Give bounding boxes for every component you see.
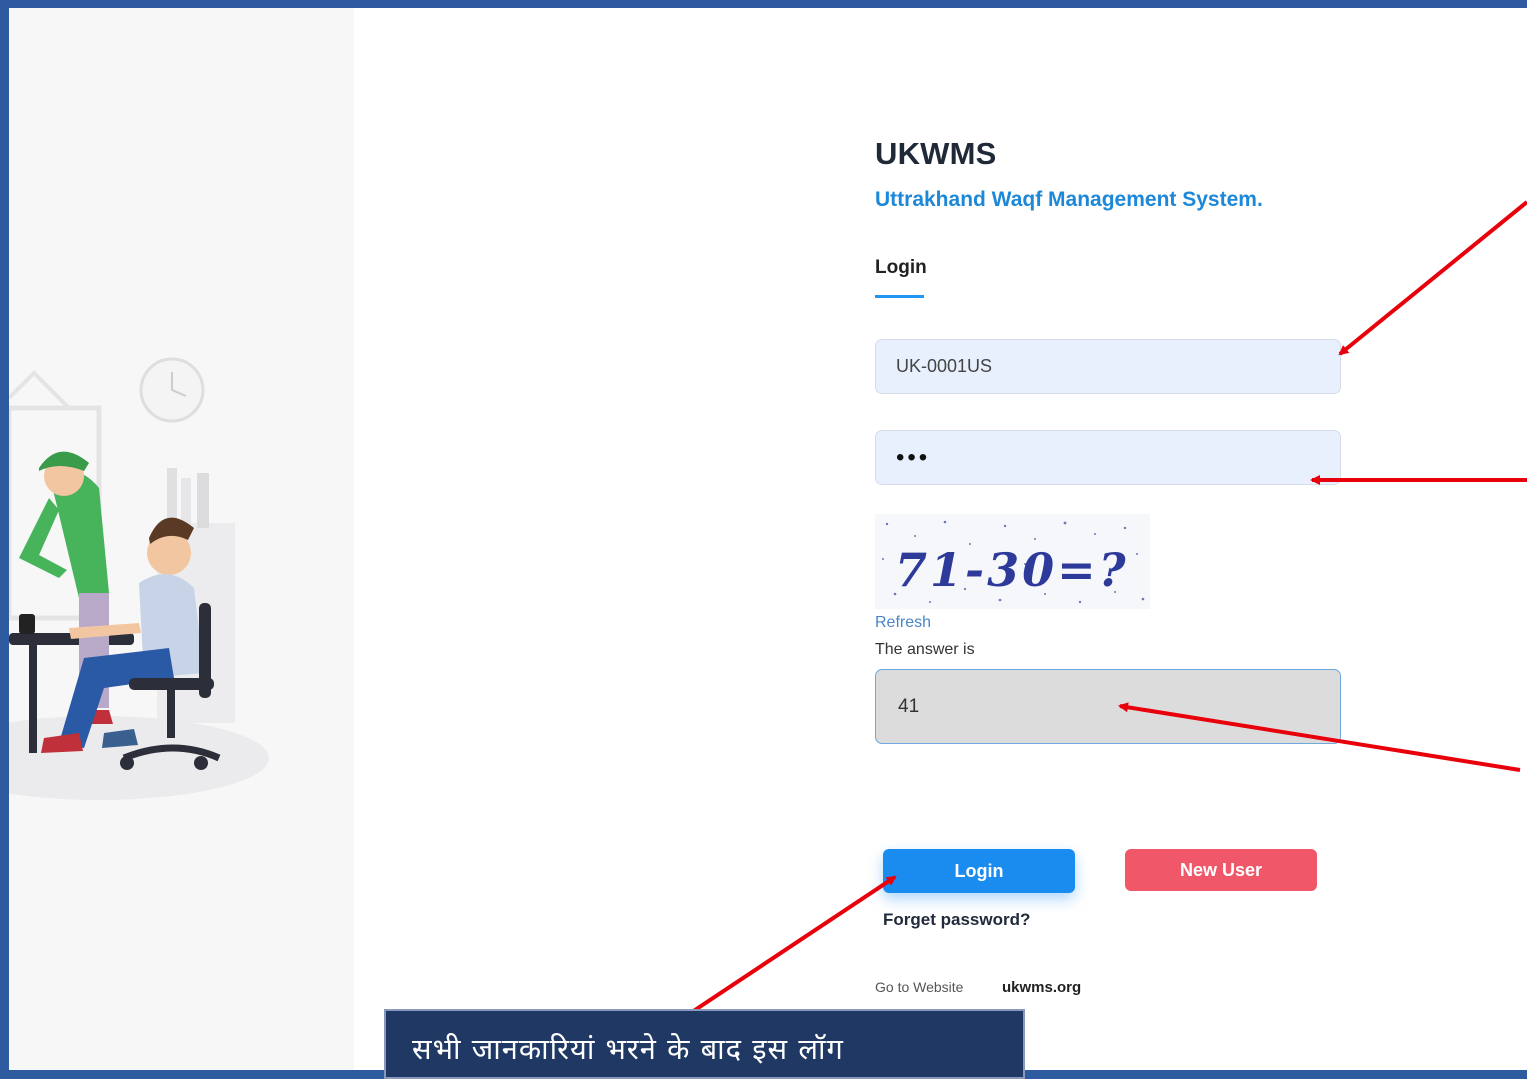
new-user-button[interactable]: New User <box>1125 849 1317 891</box>
tab-login[interactable]: Login <box>875 257 927 279</box>
app-subtitle: Uttrakhand Waqf Management System. <box>875 188 1263 211</box>
app-title: UKWMS <box>875 136 997 171</box>
captcha-text: 71-30=? <box>895 543 1129 597</box>
username-field[interactable] <box>875 339 1341 394</box>
office-illustration <box>9 357 269 800</box>
go-to-website-label: Go to Website <box>875 979 964 995</box>
answer-label: The answer is <box>875 641 975 658</box>
website-link[interactable]: ukwms.org <box>1002 979 1081 996</box>
login-page: UKWMS Uttrakhand Waqf Management System.… <box>9 8 1527 1070</box>
captcha-answer-field[interactable] <box>875 669 1341 744</box>
refresh-captcha-link[interactable]: Refresh <box>875 614 931 632</box>
captcha-image: 71-30=? <box>875 514 1150 609</box>
instruction-caption: सभी जानकारियां भरने के बाद इस लॉग <box>384 1009 1025 1079</box>
tab-active-indicator <box>875 295 924 298</box>
login-button[interactable]: Login <box>883 849 1075 893</box>
password-field[interactable] <box>875 430 1341 485</box>
clock-icon <box>139 357 205 423</box>
illustration-panel <box>9 8 354 1070</box>
forget-password-link[interactable]: Forget password? <box>883 910 1030 930</box>
